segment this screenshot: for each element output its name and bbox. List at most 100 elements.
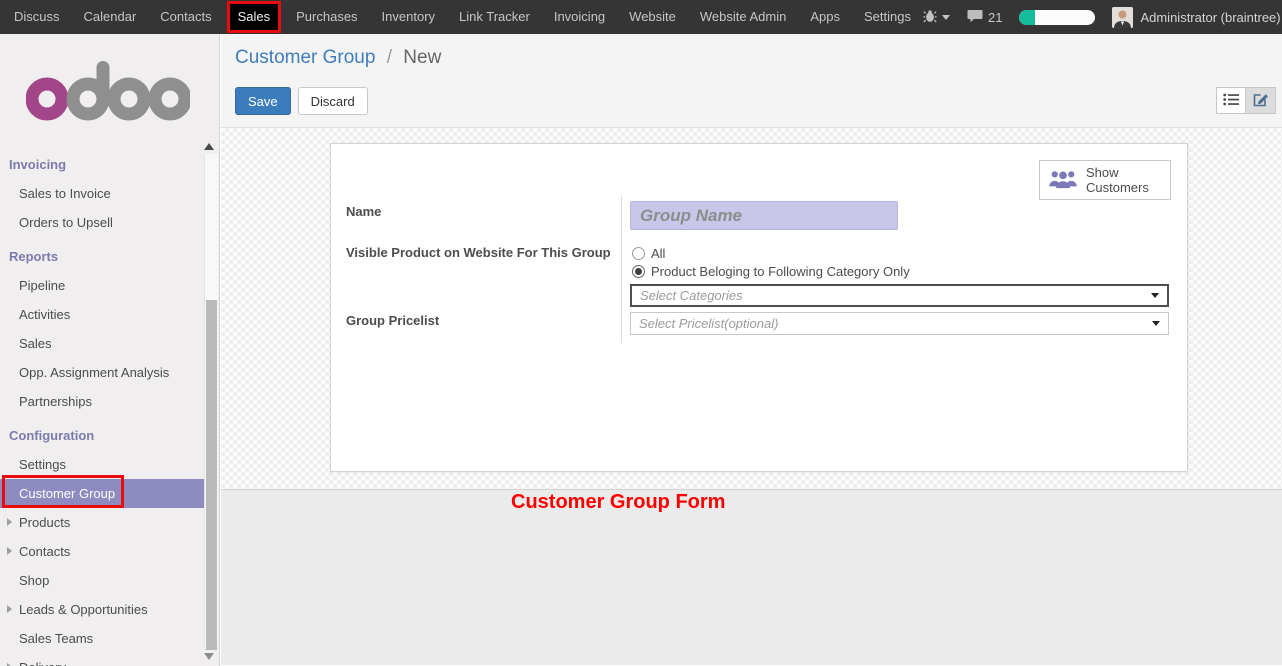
column-divider [621,196,622,343]
sidebar-item-label: Products [19,515,70,530]
sidebar-menu: Invoicing Sales to Invoice Orders to Upsel… [0,150,204,666]
pricelist-select[interactable]: Select Pricelist(optional) [630,312,1169,335]
messages-menu[interactable]: 21 [967,9,1002,26]
sidebar-item-label: Leads & Opportunities [19,602,148,617]
name-label: Name [346,204,381,219]
view-switcher [1216,87,1276,114]
form-actions: Save Discard [235,87,368,115]
sidebar-item-label: Shop [19,573,49,588]
sidebar-item-label: Sales Teams [19,631,93,646]
breadcrumb-separator: / [387,47,392,68]
sidebar-item-label: Customer Group [19,486,115,501]
sidebar-item-opp-assignment-analysis[interactable]: Opp. Assignment Analysis [0,358,204,387]
form-sheet-background: Show Customers Name Visible Product on W… [221,128,1282,489]
sidebar: Invoicing Sales to Invoice Orders to Upsel… [0,34,220,666]
sidebar-item-sales-to-invoice[interactable]: Sales to Invoice [0,179,204,208]
topbar-menu-settings[interactable]: Settings [852,0,923,34]
edit-icon [1253,92,1269,110]
list-view-button[interactable] [1216,87,1246,114]
sidebar-item-label: Contacts [19,544,70,559]
sidebar-item-leads-opportunities[interactable]: Leads & Opportunities [0,595,204,624]
categories-placeholder: Select Categories [640,288,743,303]
topbar-menu-discuss[interactable]: Discuss [2,0,72,34]
caret-down-icon [1152,321,1160,326]
pricelist-placeholder: Select Pricelist(optional) [639,316,778,331]
sidebar-item-sales-teams[interactable]: Sales Teams [0,624,204,653]
people-group-icon [1048,168,1078,193]
scroll-up-icon[interactable] [204,143,214,150]
topbar-menu-sales[interactable]: Sales [230,4,279,30]
sidebar-item-customer-group[interactable]: Customer Group [0,479,204,508]
sidebar-item-label: Activities [19,307,70,322]
user-menu[interactable]: Administrator (braintree) [1112,7,1282,28]
customer-group-form: Show Customers Name Visible Product on W… [330,143,1188,472]
radio-category-label: Product Beloging to Following Category O… [651,264,910,279]
breadcrumb-parent[interactable]: Customer Group [235,47,375,68]
topbar-menu-website-admin[interactable]: Website Admin [688,0,798,34]
user-avatar [1112,7,1133,28]
sidebar-item-label: Opp. Assignment Analysis [19,365,169,380]
scrollbar-thumb[interactable] [206,300,217,650]
sidebar-item-delivery[interactable]: Delivery [0,653,204,666]
discard-button[interactable]: Discard [298,87,368,115]
topbar-menu-contacts[interactable]: Contacts [148,0,223,34]
annotation-caption: Customer Group Form [511,491,725,514]
sidebar-scrollbar[interactable] [204,154,218,646]
sidebar-item-contacts[interactable]: Contacts [0,537,204,566]
topbar-menu-website[interactable]: Website [617,0,688,34]
odoo-app-window: DiscussCalendarContactsSalesPurchasesInv… [0,0,1282,666]
control-panel: Customer Group / New Save Discard [221,34,1282,128]
sidebar-item-label: Pipeline [19,278,65,293]
message-count: 21 [988,10,1002,25]
breadcrumb-current: New [403,47,441,68]
topbar-menu-invoicing[interactable]: Invoicing [542,0,617,34]
sidebar-item-shop[interactable]: Shop [0,566,204,595]
topbar-menu-link-tracker[interactable]: Link Tracker [447,0,542,34]
group-name-input[interactable] [630,201,898,230]
save-button[interactable]: Save [235,87,291,115]
sidebar-section-invoicing: Invoicing [0,150,204,179]
debug-menu[interactable] [923,9,950,26]
caret-right-icon [7,518,12,526]
topbar-menu-purchases[interactable]: Purchases [284,0,369,34]
topbar-systray: 21 Administrator (braintree) [923,7,1282,28]
sidebar-item-settings[interactable]: Settings [0,450,204,479]
odoo-logo[interactable] [26,60,219,122]
sidebar-item-orders-to-upsell[interactable]: Orders to Upsell [0,208,204,237]
topbar-menu-calendar[interactable]: Calendar [72,0,149,34]
sidebar-item-products[interactable]: Products [0,508,204,537]
pricelist-label: Group Pricelist [346,313,439,328]
sidebar-item-partnerships[interactable]: Partnerships [0,387,204,416]
sidebar-item-label: Settings [19,457,66,472]
topbar-menu-apps[interactable]: Apps [798,0,852,34]
topbar: DiscussCalendarContactsSalesPurchasesInv… [0,0,1282,34]
sidebar-item-label: Sales to Invoice [19,186,111,201]
sidebar-section-configuration: Configuration [0,421,204,450]
trial-timer-progress [1019,10,1035,25]
breadcrumb: Customer Group / New [235,47,441,69]
radio-checked-icon [632,265,645,278]
categories-select[interactable]: Select Categories [630,284,1169,307]
sidebar-item-pipeline[interactable]: Pipeline [0,271,204,300]
form-view-button[interactable] [1246,87,1276,114]
trial-timer-pill[interactable] [1019,10,1095,25]
annotation-area: Customer Group Form [221,489,1282,665]
radio-all[interactable]: All [632,246,665,261]
caret-down-icon [1151,293,1159,298]
visible-products-label: Visible Product on Website For This Grou… [346,245,611,260]
chat-icon [967,9,983,26]
list-icon [1223,93,1239,109]
bug-icon [923,9,937,26]
sidebar-item-sales[interactable]: Sales [0,329,204,358]
show-customers-label: Show Customers [1086,165,1150,195]
caret-down-icon [942,15,950,20]
sidebar-item-activities[interactable]: Activities [0,300,204,329]
scroll-down-icon[interactable] [204,653,214,660]
radio-unchecked-icon [632,247,645,260]
main-content: Customer Group / New Save Discard [221,34,1282,666]
user-name: Administrator (braintree) [1140,10,1280,25]
radio-category-only[interactable]: Product Beloging to Following Category O… [632,264,910,279]
topbar-menu-inventory[interactable]: Inventory [370,0,447,34]
sidebar-item-label: Orders to Upsell [19,215,113,230]
show-customers-button[interactable]: Show Customers [1039,160,1171,200]
